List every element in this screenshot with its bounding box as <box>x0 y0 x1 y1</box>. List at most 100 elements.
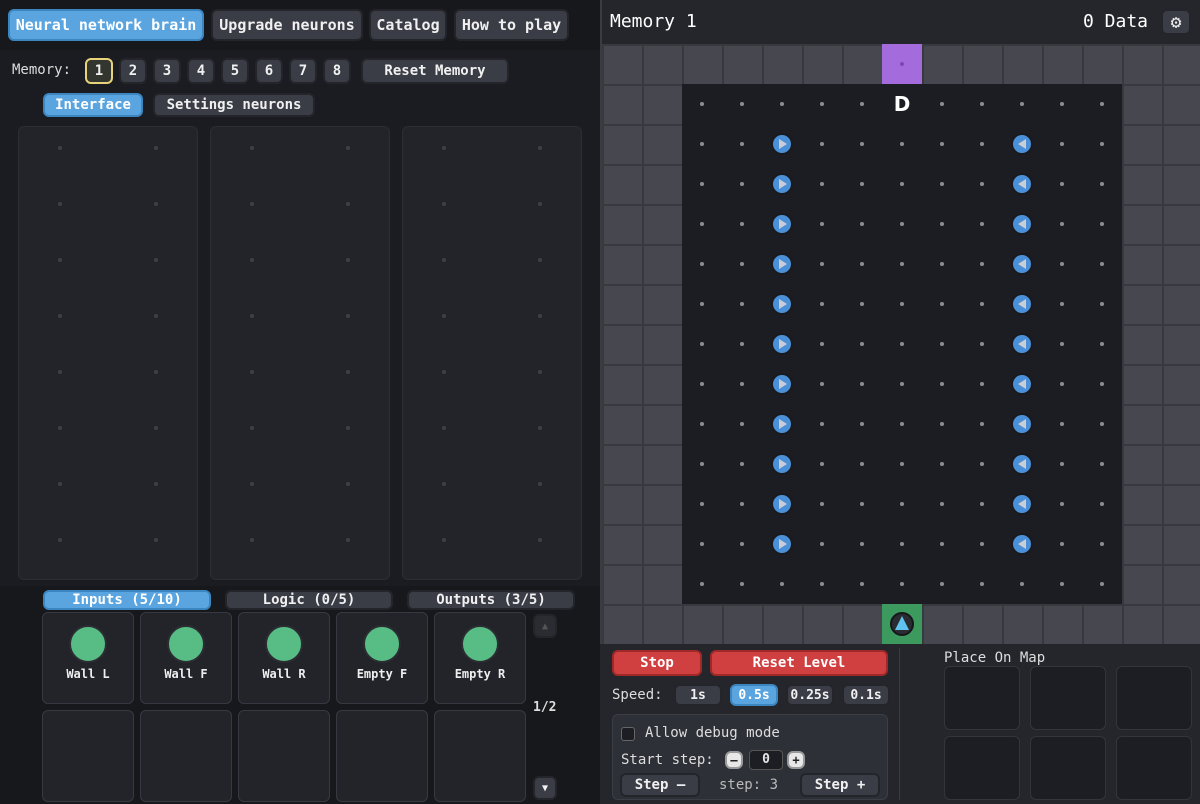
floor-dot <box>860 142 864 146</box>
neuron-right-icon[interactable] <box>771 173 793 195</box>
scroll-up-button[interactable]: ▲ <box>533 614 557 638</box>
speed-0-25s[interactable]: 0.25s <box>786 684 834 706</box>
floor-dot <box>1060 542 1064 546</box>
place-slot[interactable] <box>944 736 1020 800</box>
floor-dot <box>940 142 944 146</box>
input-card-empty-f[interactable]: Empty F <box>336 612 428 704</box>
grid-dot <box>442 538 446 542</box>
grid-dot <box>538 314 542 318</box>
floor-dot <box>1060 262 1064 266</box>
game-map[interactable]: D <box>602 44 1200 644</box>
place-slot[interactable] <box>1030 736 1106 800</box>
floor-dot <box>940 302 944 306</box>
stop-button[interactable]: Stop <box>612 650 702 676</box>
input-column[interactable] <box>18 126 198 580</box>
neuron-left-icon[interactable] <box>1011 213 1033 235</box>
neuron-right-icon[interactable] <box>771 213 793 235</box>
start-step-minus[interactable]: – <box>725 751 743 769</box>
memory-slot-5[interactable]: 5 <box>221 58 249 84</box>
neuron-left-icon[interactable] <box>1011 373 1033 395</box>
neuron-right-icon[interactable] <box>771 453 793 475</box>
place-slot[interactable] <box>1030 666 1106 730</box>
tab-interface[interactable]: Interface <box>43 93 143 117</box>
scroll-down-button[interactable]: ▼ <box>533 776 557 800</box>
memory-slot-7[interactable]: 7 <box>289 58 317 84</box>
floor-dot <box>860 462 864 466</box>
grid-dot <box>154 202 158 206</box>
input-card-wall-r[interactable]: Wall R <box>238 612 330 704</box>
floor-dot <box>740 382 744 386</box>
floor-dot <box>820 262 824 266</box>
grid-dot <box>58 314 62 318</box>
tab-settings-neurons[interactable]: Settings neurons <box>153 93 315 117</box>
logic-column[interactable] <box>210 126 390 580</box>
neuron-right-icon[interactable] <box>771 293 793 315</box>
memory-slot-8[interactable]: 8 <box>323 58 351 84</box>
step-forward-button[interactable]: Step + <box>800 773 880 797</box>
neuron-right-icon[interactable] <box>771 133 793 155</box>
floor-dot <box>900 342 904 346</box>
input-card-wall-f[interactable]: Wall F <box>140 612 232 704</box>
neuron-left-icon[interactable] <box>1011 173 1033 195</box>
neuron-right-icon[interactable] <box>771 253 793 275</box>
start-tile <box>882 604 922 644</box>
grid-dot <box>346 370 350 374</box>
neuron-left-icon[interactable] <box>1011 413 1033 435</box>
place-slot[interactable] <box>1116 666 1192 730</box>
neuron-left-icon[interactable] <box>1011 133 1033 155</box>
neuron-right-icon[interactable] <box>771 373 793 395</box>
speed-1s[interactable]: 1s <box>674 684 722 706</box>
tab-neural-network-brain[interactable]: Neural network brain <box>8 9 204 41</box>
neuron-right-icon[interactable] <box>771 533 793 555</box>
tab-outputs[interactable]: Outputs (3/5) <box>407 590 575 610</box>
floor-dot <box>900 142 904 146</box>
floor-dot <box>700 342 704 346</box>
floor-dot <box>1100 262 1104 266</box>
neuron-left-icon[interactable] <box>1011 493 1033 515</box>
floor-dot <box>940 182 944 186</box>
neuron-right-icon[interactable] <box>771 333 793 355</box>
floor-dot <box>980 382 984 386</box>
floor-dot <box>940 542 944 546</box>
neuron-left-icon[interactable] <box>1011 533 1033 555</box>
floor-dot <box>860 382 864 386</box>
tab-logic[interactable]: Logic (0/5) <box>225 590 393 610</box>
output-column[interactable] <box>402 126 582 580</box>
memory-slot-2[interactable]: 2 <box>119 58 147 84</box>
speed-0-5s[interactable]: 0.5s <box>730 684 778 706</box>
neuron-left-icon[interactable] <box>1011 293 1033 315</box>
empty-card-slot <box>434 710 526 802</box>
tab-upgrade-neurons[interactable]: Upgrade neurons <box>211 9 363 41</box>
place-slot[interactable] <box>944 666 1020 730</box>
debug-checkbox[interactable] <box>621 727 635 741</box>
floor-dot <box>1060 582 1064 586</box>
reset-level-button[interactable]: Reset Level <box>710 650 888 676</box>
neuron-left-icon[interactable] <box>1011 453 1033 475</box>
step-back-button[interactable]: Step – <box>620 773 700 797</box>
grid-dot <box>538 482 542 486</box>
memory-slot-4[interactable]: 4 <box>187 58 215 84</box>
speed-0-1s[interactable]: 0.1s <box>842 684 890 706</box>
neuron-right-icon[interactable] <box>771 493 793 515</box>
start-step-plus[interactable]: + <box>787 751 805 769</box>
neuron-left-icon[interactable] <box>1011 253 1033 275</box>
grid-dot <box>250 258 254 262</box>
grid-dot <box>442 370 446 374</box>
tab-inputs[interactable]: Inputs (5/10) <box>43 590 211 610</box>
input-card-empty-r[interactable]: Empty R <box>434 612 526 704</box>
memory-slot-1[interactable]: 1 <box>85 58 113 84</box>
start-step-input[interactable]: 0 <box>749 750 783 770</box>
grid-dot <box>442 146 446 150</box>
neuron-left-icon[interactable] <box>1011 333 1033 355</box>
reset-memory-button[interactable]: Reset Memory <box>361 58 509 84</box>
empty-card-slot <box>140 710 232 802</box>
neuron-right-icon[interactable] <box>771 413 793 435</box>
memory-slot-3[interactable]: 3 <box>153 58 181 84</box>
floor-dot <box>900 302 904 306</box>
place-slot[interactable] <box>1116 736 1192 800</box>
settings-button[interactable]: ⚙ <box>1161 9 1191 35</box>
input-card-wall-l[interactable]: Wall L <box>42 612 134 704</box>
tab-how-to-play[interactable]: How to play <box>454 9 569 41</box>
tab-catalog[interactable]: Catalog <box>369 9 447 41</box>
memory-slot-6[interactable]: 6 <box>255 58 283 84</box>
